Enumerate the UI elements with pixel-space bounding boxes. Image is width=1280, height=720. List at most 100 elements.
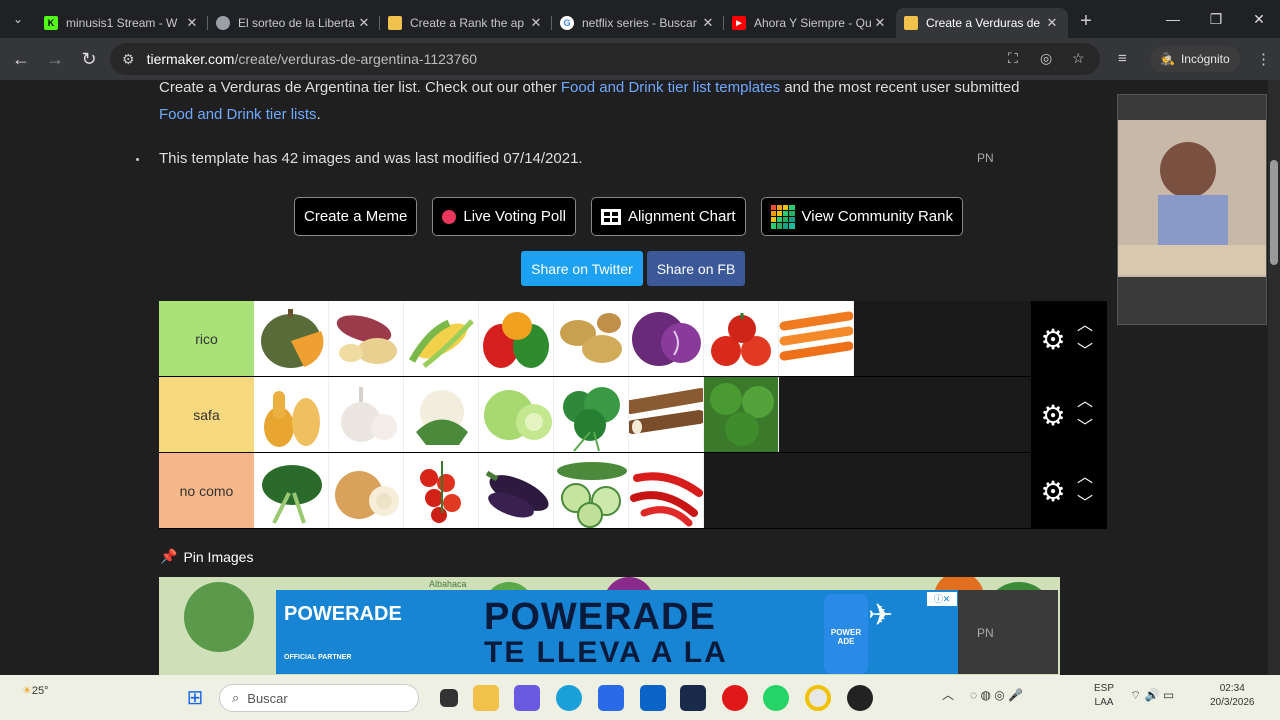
- tier-item-butternut[interactable]: [254, 377, 329, 452]
- reload-icon[interactable]: ↻: [72, 49, 106, 70]
- prime-video-icon[interactable]: [680, 685, 706, 711]
- tier-item-eggplant[interactable]: [479, 453, 554, 528]
- close-icon[interactable]: ✕: [184, 15, 200, 31]
- powerade-ad-banner[interactable]: POWERADE OFFICIAL PARTNER POWERADE TE LL…: [276, 590, 958, 674]
- pushpin-icon: 📌: [160, 548, 178, 564]
- pin-images-toggle[interactable]: 📌 Pin Images: [160, 548, 253, 565]
- tier-item-chili[interactable]: [629, 453, 704, 528]
- tab-6-active[interactable]: Create a Verduras de ✕: [896, 8, 1068, 38]
- menu-dots-icon[interactable]: ⋮: [1256, 50, 1271, 68]
- tab-search-chevron-icon[interactable]: ⌄: [0, 0, 36, 38]
- tier-item-cassava[interactable]: [629, 377, 704, 452]
- food-drink-tierlists-link[interactable]: Food and Drink tier lists: [159, 106, 317, 123]
- store-icon[interactable]: [598, 685, 624, 711]
- tier-item-cauliflower[interactable]: [404, 377, 479, 452]
- tab-5[interactable]: ▶ Ahora Y Siempre - Qu ✕: [724, 8, 896, 38]
- move-down-icon[interactable]: ﹀: [1077, 491, 1093, 517]
- taskbar-search[interactable]: ⌕ Buscar: [219, 684, 419, 712]
- powerade-logo: POWERADE OFFICIAL PARTNER: [284, 603, 402, 661]
- tier-item-parsley[interactable]: [554, 377, 629, 452]
- live-voting-poll-button[interactable]: Live Voting Poll: [432, 197, 576, 236]
- tier-label[interactable]: safa: [159, 377, 254, 452]
- tier-label[interactable]: no como: [159, 453, 254, 528]
- tier-item-sweet-potato[interactable]: [329, 301, 404, 376]
- incognito-icon: 🕵: [1160, 52, 1175, 66]
- alignment-chart-button[interactable]: Alignment Chart: [590, 197, 746, 236]
- teams-icon[interactable]: [514, 685, 540, 711]
- close-window-icon[interactable]: ✕: [1238, 0, 1280, 38]
- share-fb-button[interactable]: Share on FB: [647, 251, 745, 286]
- outlook-icon[interactable]: [640, 685, 666, 711]
- weather-widget[interactable]: ☀25°: [22, 684, 49, 698]
- tier-label[interactable]: rico: [159, 301, 254, 376]
- tiermaker-icon: [388, 16, 402, 30]
- close-icon[interactable]: ✕: [700, 15, 716, 31]
- create-meme-button[interactable]: Create a Meme: [294, 197, 418, 236]
- tier-item-chard[interactable]: [254, 453, 329, 528]
- tab-3[interactable]: Create a Rank the ap ✕: [380, 8, 552, 38]
- incognito-indicator[interactable]: 🕵 Incógnito: [1150, 46, 1240, 72]
- tier-item-onion[interactable]: [329, 453, 404, 528]
- tier-item-peppers[interactable]: [479, 301, 554, 376]
- restore-icon[interactable]: ❐: [1195, 0, 1237, 38]
- ad-info-icon[interactable]: ⓘ✕: [927, 592, 957, 606]
- tier-item-limes[interactable]: [704, 377, 779, 452]
- edge-icon[interactable]: [556, 685, 582, 711]
- tab-1[interactable]: Kminusis1 Stream - W ✕: [36, 8, 208, 38]
- chrome-icon[interactable]: [805, 685, 831, 711]
- whatsapp-icon[interactable]: [763, 685, 789, 711]
- close-icon[interactable]: ✕: [872, 15, 888, 31]
- new-tab-button[interactable]: +: [1068, 10, 1104, 33]
- star-icon[interactable]: ☆: [1072, 50, 1085, 67]
- tier-item-tomatoes[interactable]: [704, 301, 779, 376]
- view-community-rank-button[interactable]: View Community Rank: [760, 197, 963, 236]
- minimize-icon[interactable]: —: [1152, 0, 1194, 38]
- media-control-icon[interactable]: ≡: [1118, 50, 1127, 67]
- close-icon[interactable]: ✕: [528, 15, 544, 31]
- close-icon[interactable]: ✕: [1044, 15, 1060, 31]
- share-twitter-button[interactable]: Share on Twitter: [521, 251, 643, 286]
- close-icon[interactable]: ✕: [356, 15, 372, 31]
- back-icon[interactable]: ←: [4, 49, 38, 70]
- tab-2[interactable]: El sorteo de la Liberta ✕: [208, 8, 380, 38]
- file-explorer-icon[interactable]: [473, 685, 499, 711]
- page-content: Create a Verduras de Argentina tier list…: [0, 80, 1268, 675]
- address-bar[interactable]: ⚙ tiermaker.com/create/verduras-de-argen…: [110, 43, 1100, 75]
- tier-item-red-cabbage[interactable]: [629, 301, 704, 376]
- forward-icon[interactable]: →: [38, 49, 72, 70]
- ad-headline: POWERADE: [484, 596, 716, 638]
- move-up-icon[interactable]: ︿: [1077, 465, 1093, 491]
- obs-icon[interactable]: [847, 685, 873, 711]
- clock[interactable]: 02:34 20/3/2026: [1210, 682, 1255, 710]
- tier-item-squash[interactable]: [254, 301, 329, 376]
- tier-item-lettuce[interactable]: [479, 377, 554, 452]
- task-view-icon[interactable]: [440, 689, 458, 707]
- eye-off-icon[interactable]: ◎: [1040, 50, 1052, 67]
- windows-start-icon[interactable]: ⊞: [182, 685, 208, 711]
- language-indicator[interactable]: ESP LAA: [1094, 682, 1114, 710]
- video-overlay[interactable]: [1117, 94, 1267, 325]
- food-drink-templates-link[interactable]: Food and Drink tier list templates: [561, 80, 780, 96]
- scrollbar-thumb[interactable]: [1270, 160, 1278, 265]
- translate-icon[interactable]: ⛶: [1008, 50, 1018, 67]
- network-volume-battery-icons[interactable]: ⌔ 🔊 ▭: [1130, 688, 1174, 702]
- tray-chevron-icon[interactable]: ︿: [942, 688, 954, 702]
- tier-item-cucumber[interactable]: [554, 453, 629, 528]
- move-up-icon[interactable]: ︿: [1077, 313, 1093, 339]
- tier-row: rico ⚙ ︿ ﹀: [159, 301, 1107, 377]
- gear-icon[interactable]: ⚙: [1035, 323, 1071, 356]
- tier-item-corn[interactable]: [404, 301, 479, 376]
- move-down-icon[interactable]: ﹀: [1077, 415, 1093, 441]
- tier-item-carrots[interactable]: [779, 301, 854, 376]
- site-info-icon[interactable]: ⚙: [122, 51, 135, 68]
- tray-app-icons[interactable]: ◌ ◍ ◎ 🎤: [970, 688, 1023, 702]
- tier-item-cherry-tomatoes[interactable]: [404, 453, 479, 528]
- tab-4[interactable]: Gnetflix series - Buscar ✕: [552, 8, 724, 38]
- tier-item-garlic[interactable]: [329, 377, 404, 452]
- move-up-icon[interactable]: ︿: [1077, 389, 1093, 415]
- move-down-icon[interactable]: ﹀: [1077, 339, 1093, 365]
- opera-icon[interactable]: [722, 685, 748, 711]
- gear-icon[interactable]: ⚙: [1035, 475, 1071, 508]
- gear-icon[interactable]: ⚙: [1035, 399, 1071, 432]
- tier-item-potatoes[interactable]: [554, 301, 629, 376]
